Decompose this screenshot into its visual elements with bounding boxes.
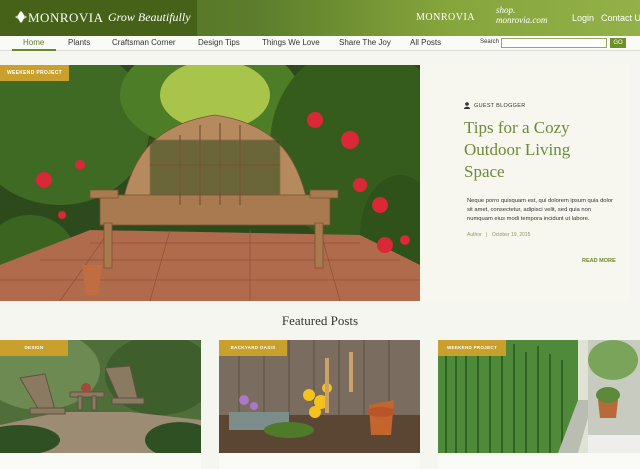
- garden-tools-photo: [219, 340, 420, 453]
- nav-item-craftsman-corner[interactable]: Craftsman Corner: [112, 38, 176, 47]
- hero-excerpt: Neque porro quisquam est, qui dolorem ip…: [467, 198, 613, 222]
- brand-logo-area[interactable]: MONROVIA Grow Beautifully: [0, 0, 197, 36]
- top-header: MONROVIA Grow Beautifully MONROVIA shop.…: [0, 0, 640, 36]
- nav-active-indicator: [12, 49, 56, 51]
- user-icon: [464, 102, 470, 109]
- featured-card-weekend-project[interactable]: [438, 340, 640, 453]
- hero-title[interactable]: Tips for a Cozy Outdoor Living Space: [464, 117, 614, 183]
- card-tag-backyard-oasis[interactable]: BACKYARD OASIS: [219, 340, 287, 356]
- nav-item-things-we-love[interactable]: Things We Love: [262, 38, 320, 47]
- post-meta: Author | October 19, 2015: [467, 232, 530, 238]
- card-caption-area: [219, 453, 420, 469]
- leaf-logo-icon: [15, 11, 27, 23]
- contact-link[interactable]: Contact Us: [601, 13, 640, 23]
- post-date: October 19, 2015: [491, 232, 531, 238]
- read-more-link[interactable]: READ MORE: [582, 258, 616, 264]
- horsetail-grass-photo: [438, 340, 640, 453]
- search-label: Search: [480, 39, 500, 45]
- shop-link[interactable]: shop. monrovia.com: [496, 5, 547, 25]
- nav-item-plants[interactable]: Plants: [68, 38, 90, 47]
- featured-posts-heading: Featured Posts: [281, 313, 359, 328]
- main-nav: Home Plants Craftsman Corner Design Tips…: [0, 36, 640, 51]
- patio-chairs-photo: [0, 340, 201, 453]
- brand-name: MONROVIA: [28, 10, 104, 25]
- search-button[interactable]: GO: [610, 38, 626, 48]
- featured-card-backyard-oasis[interactable]: [219, 340, 420, 453]
- shop-line2: monrovia.com: [496, 15, 548, 25]
- author-name[interactable]: Author: [467, 232, 482, 238]
- hero-text-panel: GUEST BLOGGER Tips for a Cozy Outdoor Li…: [420, 65, 630, 301]
- card-tag-design[interactable]: DESIGN: [0, 340, 68, 356]
- author-label: GUEST BLOGGER: [474, 103, 526, 109]
- search-input[interactable]: [501, 38, 607, 48]
- monrovia-link[interactable]: MONROVIA: [416, 12, 475, 23]
- nav-item-home[interactable]: Home: [23, 38, 44, 47]
- hero-category-tag[interactable]: WEEKEND PROJECT: [0, 65, 69, 81]
- card-caption-area: [0, 453, 201, 469]
- login-link[interactable]: Login: [572, 13, 594, 23]
- shop-line1: shop.: [496, 5, 516, 15]
- hero-image[interactable]: [0, 65, 420, 301]
- brand-tagline: Grow Beautifully: [108, 10, 191, 24]
- meta-separator: |: [486, 232, 488, 238]
- nav-item-share-the-joy[interactable]: Share The Joy: [339, 38, 391, 47]
- featured-card-design[interactable]: [0, 340, 201, 453]
- nav-item-all-posts[interactable]: All Posts: [410, 38, 441, 47]
- garden-bench-photo: [0, 65, 420, 301]
- nav-item-design-tips[interactable]: Design Tips: [198, 38, 240, 47]
- card-caption-area: [438, 453, 640, 469]
- card-tag-weekend-project[interactable]: WEEKEND PROJECT: [438, 340, 506, 356]
